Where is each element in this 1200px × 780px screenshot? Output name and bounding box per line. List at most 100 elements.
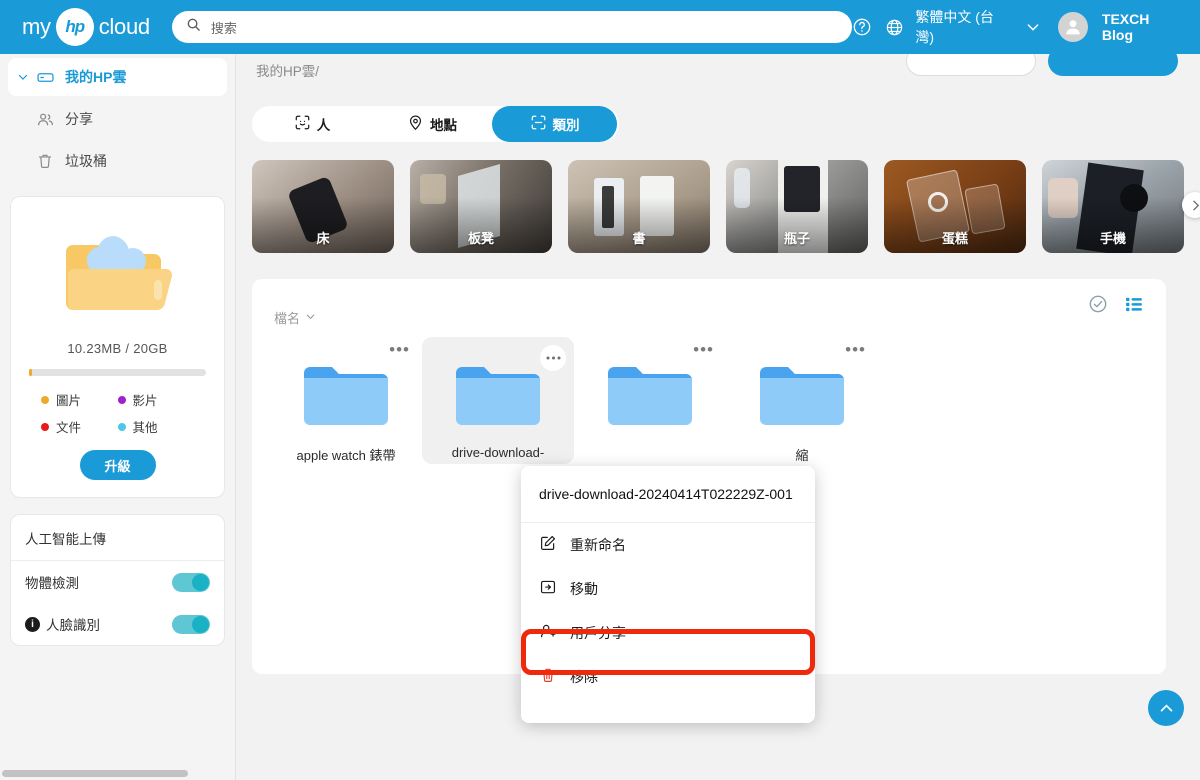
category-tile-phone[interactable]: 手機 (1042, 160, 1184, 253)
category-tile-bench[interactable]: 板凳 (410, 160, 552, 253)
legend-item: 圖片 (41, 390, 118, 409)
category-scan-icon (530, 114, 547, 134)
cloud-folder-icon (23, 219, 212, 329)
upgrade-button[interactable]: 升級 (79, 450, 156, 480)
context-menu-bottom-padding (521, 699, 815, 723)
file-name: apple watch 錶帶 (296, 448, 396, 463)
file-name: 縮 (795, 448, 809, 463)
file-context-menu: drive-download-20240414T022229Z-001 重新命名… (521, 466, 815, 723)
context-menu-item-label: 重新命名 (570, 536, 626, 553)
language-label[interactable]: 繁體中文 (台灣) (915, 7, 1012, 47)
file-tile[interactable]: ••• apple watch 錶帶 (270, 337, 422, 464)
legend-label: 影片 (132, 394, 158, 408)
category-label: 蛋糕 (941, 231, 968, 246)
secondary-action-button[interactable] (906, 54, 1036, 76)
tab-label: 人 (316, 118, 331, 133)
tab-categories[interactable]: 類別 (492, 106, 617, 142)
context-menu-item-label: 移除 (570, 668, 598, 685)
category-tile-book[interactable]: 書 (568, 160, 710, 253)
legend-dot-others (117, 422, 126, 431)
app-logo[interactable]: my hp cloud (22, 8, 150, 46)
info-icon[interactable]: i (25, 616, 40, 632)
logo-cloud-text: cloud (98, 14, 150, 39)
sidebar-item-label: 垃圾桶 (65, 153, 107, 169)
legend-dot-videos (117, 395, 126, 404)
rename-icon (539, 534, 557, 555)
category-tile-cake[interactable]: 蛋糕 (884, 160, 1026, 253)
tab-places[interactable]: 地點 (372, 106, 492, 142)
context-menu-item-label: 移動 (570, 580, 598, 597)
globe-icon[interactable] (883, 16, 905, 38)
share-people-icon (34, 108, 56, 130)
help-circle-icon[interactable] (852, 16, 874, 38)
logo-my-text: my (22, 14, 51, 39)
file-tile[interactable]: ••• 縮 (726, 337, 878, 464)
context-menu-item-remove[interactable]: 移除 (521, 655, 815, 699)
folder-icon (582, 353, 718, 431)
files-panel-icons (1088, 294, 1144, 319)
primary-action-button[interactable] (1048, 54, 1178, 76)
more-horizontal-icon[interactable]: ••• (693, 341, 714, 358)
files-panel-toolbar: 檔名 (252, 279, 1166, 337)
category-carousel: 床 板凳 書 瓶子 蛋糕 手機 (252, 160, 1200, 253)
context-menu-item-user-share[interactable]: 用戶分享 (521, 611, 815, 655)
folder-icon (278, 353, 414, 431)
ai-row-label-group: i 人臉識別 (25, 614, 100, 634)
more-horizontal-icon[interactable]: ••• (845, 341, 866, 358)
context-menu-item-rename[interactable]: 重新命名 (521, 523, 815, 567)
file-grid: ••• apple watch 錶帶 drive-download- ••• •… (252, 337, 1166, 464)
ai-upload-card: 人工智能上傳 物體檢測 i 人臉識別 (10, 514, 225, 646)
hp-logo-icon: hp (55, 8, 94, 46)
search-input[interactable]: 搜索 (211, 18, 237, 37)
carousel-next-button[interactable] (1182, 192, 1200, 218)
chevron-down-icon[interactable] (1022, 16, 1044, 38)
user-name-label[interactable]: TEXCH Blog (1102, 11, 1184, 43)
category-label: 書 (632, 231, 646, 246)
more-horizontal-icon[interactable] (540, 345, 566, 371)
legend-label: 其他 (132, 421, 158, 435)
ai-card-title: 人工智能上傳 (11, 515, 224, 561)
face-recognition-toggle[interactable] (172, 614, 210, 634)
category-label: 板凳 (467, 231, 494, 246)
object-detection-toggle[interactable] (172, 572, 210, 592)
more-horizontal-icon[interactable]: ••• (389, 341, 410, 358)
category-label: 床 (316, 231, 330, 246)
file-tile[interactable]: drive-download- (422, 337, 574, 464)
list-view-icon[interactable] (1124, 294, 1144, 319)
legend-dot-documents (41, 422, 49, 431)
storage-legend: 圖片 影片 文件 其他 (41, 390, 194, 444)
trash-red-icon (539, 666, 557, 687)
category-label: 手機 (1099, 231, 1126, 246)
category-tile-bottle[interactable]: 瓶子 (726, 160, 868, 253)
header-right-group: 繁體中文 (台灣) TEXCH Blog (852, 7, 1184, 47)
category-label: 瓶子 (783, 231, 810, 246)
legend-item: 影片 (117, 390, 195, 409)
sidebar-item-my-hp-cloud[interactable]: 我的HP雲 (8, 58, 227, 96)
move-folder-icon (539, 578, 557, 599)
avatar[interactable] (1058, 12, 1088, 42)
check-circle-icon[interactable] (1088, 294, 1108, 319)
tab-people[interactable]: 人 (252, 106, 372, 142)
category-tile-bed[interactable]: 床 (252, 160, 394, 253)
trash-icon (34, 150, 56, 172)
chevron-down-icon[interactable] (16, 71, 30, 83)
search-icon (186, 17, 201, 37)
app-header: my hp cloud 搜索 繁體中文 (台灣) TEXCH Blog (0, 0, 1200, 54)
context-menu-item-move[interactable]: 移動 (521, 567, 815, 611)
scroll-to-top-button[interactable] (1148, 690, 1184, 726)
sort-by-filename[interactable]: 檔名 (274, 308, 316, 327)
ai-row-face-recognition: i 人臉識別 (11, 603, 224, 645)
file-tile[interactable]: ••• (574, 337, 726, 464)
sidebar-horizontal-scrollbar[interactable] (2, 770, 188, 777)
sidebar-item-label: 我的HP雲 (65, 69, 127, 85)
sidebar-item-shared[interactable]: 分享 (8, 100, 227, 138)
ai-row-label: 物體檢測 (25, 576, 79, 591)
ai-row-object-detection: 物體檢測 (11, 561, 224, 603)
drive-icon (34, 66, 56, 88)
sidebar-item-label: 分享 (65, 111, 93, 127)
filter-tabs: 人 地點 類別 (252, 106, 619, 142)
storage-card: 10.23MB / 20GB 圖片 影片 文件 其他 升級 (10, 196, 225, 498)
user-add-icon (539, 622, 557, 643)
sidebar-item-trash[interactable]: 垃圾桶 (8, 142, 227, 180)
search-box[interactable]: 搜索 (171, 11, 852, 43)
